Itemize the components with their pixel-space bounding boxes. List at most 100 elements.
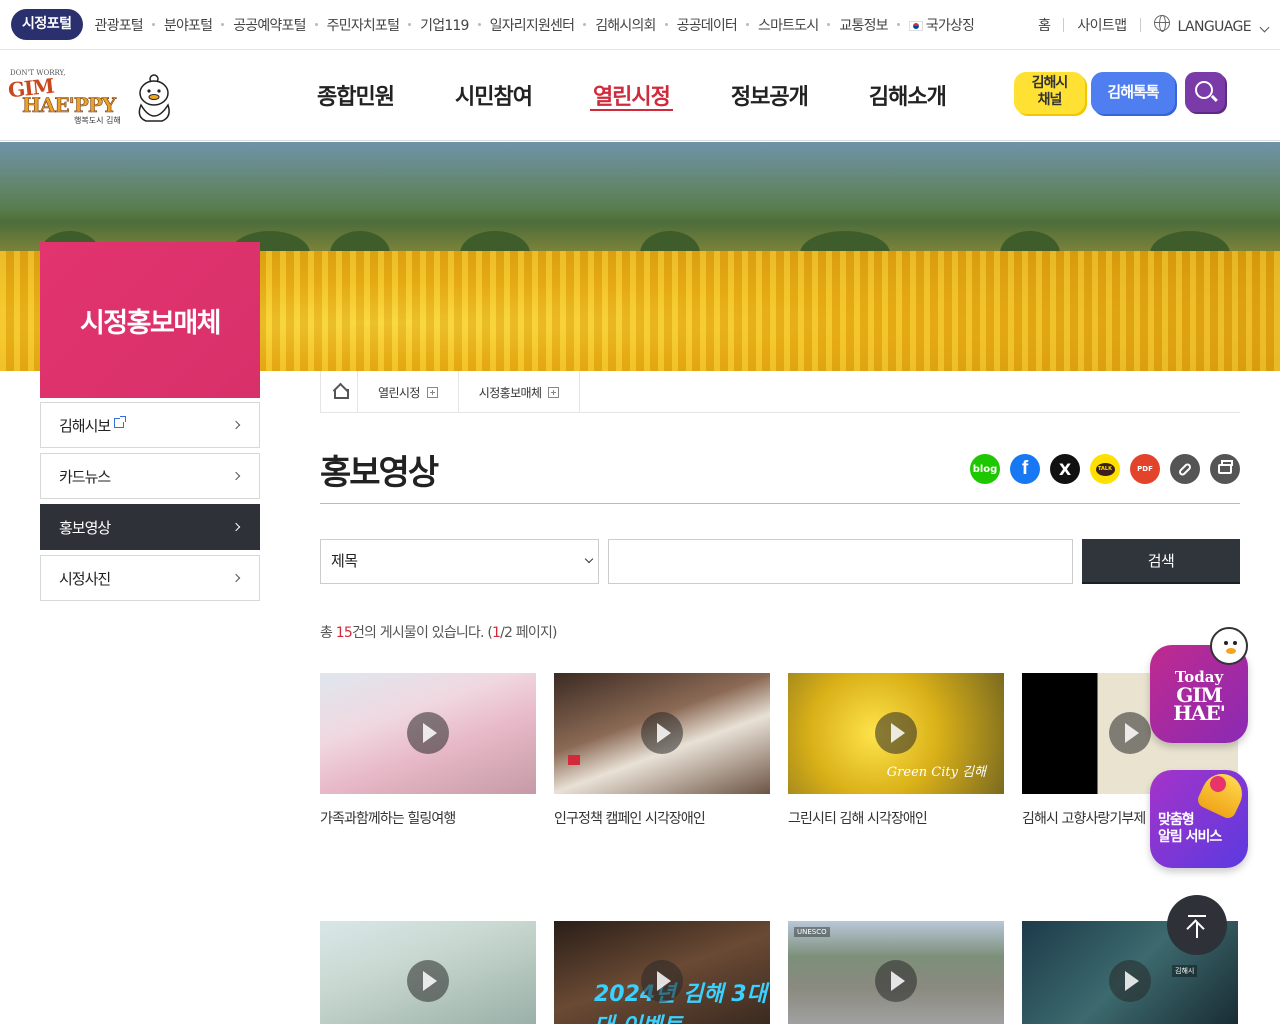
side-item-city-photos[interactable]: 시정사진 (40, 555, 260, 601)
video-thumbnail[interactable]: UNESCO (788, 921, 1004, 1024)
chevron-right-icon (231, 471, 241, 481)
language-selector[interactable]: LANGUAGE (1153, 15, 1270, 35)
language-label: LANGUAGE (1177, 19, 1252, 35)
toplink-national-symbol[interactable]: 국가상징 (908, 15, 975, 35)
share-x-button[interactable]: X (1050, 454, 1080, 484)
portal-badge[interactable]: 시정포털 (11, 9, 83, 40)
toplink-opendata[interactable]: 공공데이터 (677, 15, 738, 35)
video-card[interactable] (320, 921, 536, 1024)
video-card[interactable]: 2024년 김해 3대 대 이벤트 (554, 921, 770, 1024)
side-item-label: 김해시보 (59, 416, 111, 435)
side-item-promo-video[interactable]: 홍보영상 (40, 504, 260, 550)
nav-information-disclosure[interactable]: 정보공개 (731, 79, 809, 111)
side-item-gimhae-bulletin[interactable]: 김해시보 (40, 402, 260, 448)
site-logo[interactable]: DON'T WORRY, GIM HAE'PPY 행복도시 김해 (7, 69, 178, 129)
chevron-right-icon (231, 573, 241, 583)
count-current-page: 1 (492, 625, 501, 641)
printer-icon (1218, 460, 1233, 474)
plus-box-icon[interactable] (426, 386, 438, 398)
video-thumbnail[interactable] (320, 921, 536, 1024)
logo-subtitle: 행복도시 김해 (74, 116, 121, 125)
video-card[interactable]: 인구정책 캠페인 시각장애인 (554, 673, 770, 828)
video-card[interactable]: 가족과함께하는 힐링여행 (320, 673, 536, 828)
search-submit-button[interactable]: 검색 (1082, 539, 1240, 584)
play-icon (875, 960, 917, 1002)
count-mid: 건의 게시물이 있습니다. ( (351, 625, 493, 641)
nav-open-government[interactable]: 열린시정 (589, 79, 673, 111)
gimhae-talk-button[interactable]: 김해톡톡 (1091, 72, 1175, 114)
breadcrumb-item-promo-media[interactable]: 시정홍보매체 (459, 371, 581, 413)
utility-right: 홈 사이트맵 LANGUAGE (1038, 0, 1270, 50)
chevron-right-icon (231, 420, 241, 430)
alert-line-1: 맞춤형 (1158, 812, 1195, 828)
toplink-council[interactable]: 김해시의회 (595, 15, 656, 35)
side-item-label: 카드뉴스 (59, 467, 111, 486)
toplink-autonomy[interactable]: 주민자치포털 (327, 15, 400, 35)
custom-alert-service-widget[interactable]: 맞춤형 알림 서비스 (1150, 767, 1249, 868)
separator-dot (896, 23, 900, 26)
separator-dot (477, 23, 481, 26)
side-item-card-news[interactable]: 카드뉴스 (40, 453, 260, 499)
video-thumbnail[interactable] (554, 673, 770, 794)
video-thumbnail[interactable]: Green City 김해 (788, 673, 1004, 794)
video-thumbnail[interactable] (320, 673, 536, 794)
plus-box-icon[interactable] (548, 386, 560, 398)
share-kakao-button[interactable]: TALK (1090, 454, 1120, 484)
share-facebook-button[interactable]: f (1010, 454, 1040, 484)
breadcrumb-home[interactable] (320, 371, 358, 413)
separator-dot (408, 23, 412, 26)
korea-flag-icon (908, 20, 923, 31)
search-button[interactable] (1185, 72, 1225, 112)
side-title-text: 시정홍보매체 (79, 307, 222, 339)
alert-service-label: 맞춤형 알림 서비스 (1158, 812, 1222, 846)
gimhae-label: GIM HAE' (1173, 683, 1226, 725)
video-card[interactable]: Green City 김해 그린시티 김해 시각장애인 (788, 673, 1004, 828)
nav-about-gimhae[interactable]: 김해소개 (869, 79, 947, 111)
video-thumbnail[interactable]: 2024년 김해 3대 대 이벤트 (554, 921, 770, 1024)
chevron-down-icon (584, 554, 594, 564)
search-keyword-input[interactable] (608, 539, 1073, 584)
toplink-jobcenter[interactable]: 일자리지원센터 (490, 15, 575, 35)
toplink-traffic[interactable]: 교통정보 (839, 15, 888, 35)
share-blog-button[interactable]: blog (970, 454, 1000, 484)
search-field-select[interactable]: 제목 (320, 539, 599, 584)
page-title: 홍보영상 (320, 453, 439, 493)
toplink-field[interactable]: 분야포털 (164, 15, 213, 35)
utility-bar: 시정포털 관광포털 분야포털 공공예약포털 주민자치포털 기업119 일자리지원… (0, 0, 1280, 50)
gimhae-channel-button[interactable]: 김해시 채널 (1014, 72, 1085, 114)
video-title[interactable]: 그린시티 김해 시각장애인 (788, 808, 1004, 828)
search-icon (1195, 81, 1213, 99)
duck-mascot-icon (1210, 627, 1248, 665)
link-icon (1177, 461, 1193, 477)
toplink-reservation[interactable]: 공공예약포털 (233, 15, 306, 35)
arrow-up-icon (1196, 922, 1198, 938)
divider (1139, 18, 1141, 32)
chevron-down-icon (1259, 22, 1270, 33)
copy-link-button[interactable] (1170, 454, 1200, 484)
sitemap-link[interactable]: 사이트맵 (1077, 15, 1127, 35)
duck-mascot-icon (138, 74, 170, 122)
video-card[interactable]: UNESCO (788, 921, 1004, 1024)
toplink-company119[interactable]: 기업119 (420, 15, 469, 35)
nav-citizen-participation[interactable]: 시민참여 (455, 79, 533, 111)
nav-civil-service[interactable]: 종합민원 (317, 79, 395, 111)
print-button[interactable] (1210, 454, 1240, 484)
video-title[interactable]: 인구정책 캠페인 시각장애인 (554, 808, 770, 828)
share-pdf-button[interactable]: PDF (1130, 454, 1160, 484)
toplink-national-symbol-label: 국가상징 (925, 17, 975, 34)
video-title[interactable]: 가족과함께하는 힐링여행 (320, 808, 536, 828)
play-icon (641, 960, 683, 1002)
breadcrumb-item-open-government[interactable]: 열린시정 (358, 371, 459, 413)
thumbnail-caption: Green City 김해 (886, 765, 986, 780)
today-gimhae-widget[interactable]: Today GIM HAE' (1150, 627, 1248, 743)
breadcrumb-label: 시정홍보매체 (478, 385, 542, 400)
scroll-to-top-button[interactable] (1167, 895, 1227, 955)
toplink-smartcity[interactable]: 스마트도시 (758, 15, 819, 35)
separator-dot (827, 23, 831, 26)
toplink-tour[interactable]: 관광포털 (95, 15, 144, 35)
divider (1063, 18, 1065, 32)
home-link[interactable]: 홈 (1038, 15, 1051, 35)
play-icon (1109, 960, 1151, 1002)
hero-hills (0, 142, 1280, 212)
separator-dot (746, 23, 750, 26)
